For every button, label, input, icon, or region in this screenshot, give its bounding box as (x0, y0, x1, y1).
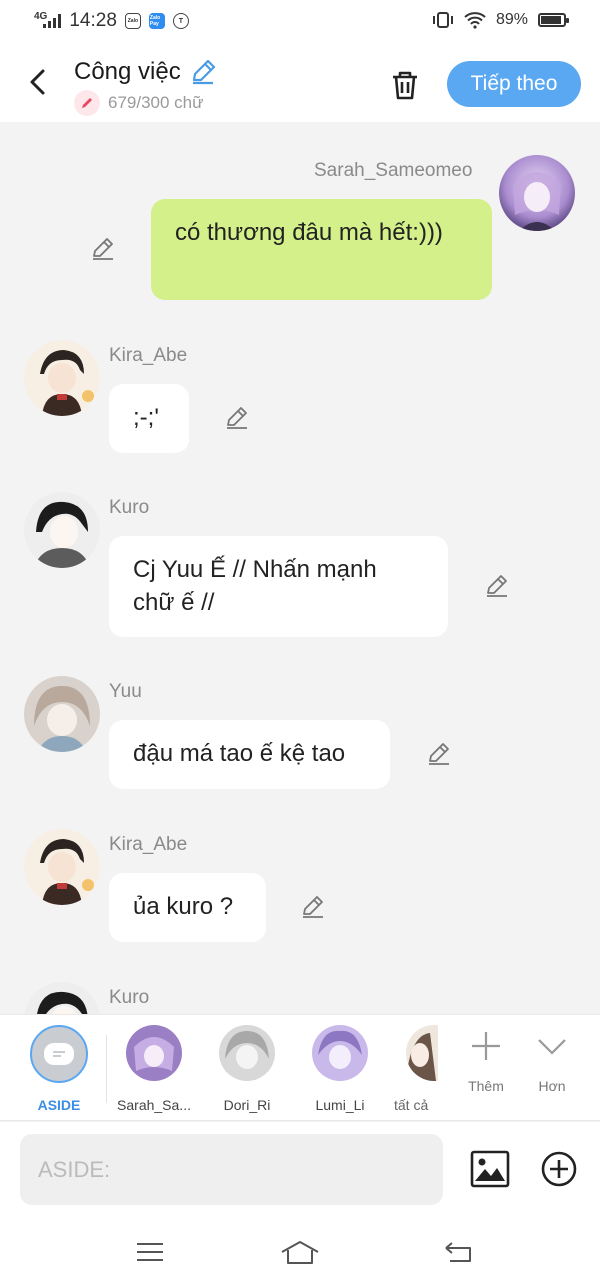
avatar[interactable] (24, 492, 100, 568)
sender-name: Yuu (109, 681, 142, 702)
add-label: Thêm (468, 1078, 504, 1094)
expand-label: Hơn (538, 1078, 566, 1094)
message-bubble[interactable]: ;-;' (109, 384, 189, 453)
back-nav-button[interactable] (438, 1236, 478, 1268)
chat-area[interactable]: Sarah_Sameomeo có thương đâu mà hết:))) … (0, 122, 600, 1014)
sender-name: Kira_Abe (109, 834, 188, 855)
clock: 14:28 (69, 10, 117, 31)
message-input[interactable]: ASIDE: (20, 1134, 443, 1205)
avatar[interactable] (499, 155, 575, 231)
role-label: Sarah_Sa... (117, 1097, 191, 1113)
chevron-down-icon (538, 1039, 566, 1055)
avatar (126, 1025, 182, 1081)
message-bubble[interactable]: có thương đâu mà hết:))) (151, 199, 492, 300)
back-arrow-icon (445, 1242, 471, 1262)
role-label: Dori_Ri (223, 1097, 271, 1113)
app-header: Công việc 679/300 chữ Tiếp theo (0, 44, 600, 122)
zalopay-app-icon: Zalo Pay (148, 13, 165, 29)
message-bubble[interactable]: đậu má tao ế kệ tao (109, 720, 390, 789)
title-text: Công việc (74, 58, 181, 85)
trash-icon (393, 71, 417, 100)
avatar (219, 1025, 275, 1081)
page-title[interactable]: Công việc (74, 58, 217, 86)
avatar (406, 1025, 438, 1081)
wifi-icon (464, 12, 486, 29)
role-label: ASIDE (37, 1097, 81, 1113)
word-count-row: 679/300 chữ (74, 90, 204, 116)
add-character-button[interactable]: Thêm (456, 1029, 516, 1094)
hamburger-icon (137, 1243, 163, 1261)
pencil-icon (303, 896, 323, 918)
aside-avatar (30, 1025, 88, 1083)
avatar[interactable] (24, 340, 100, 416)
message-bubble[interactable]: Cj Yuu Ế // Nhấn mạnh chữ ế // (109, 536, 448, 637)
chat-bubble-icon (53, 1051, 65, 1057)
vibrate-icon (432, 12, 453, 28)
role-aside[interactable]: ASIDE (14, 1025, 104, 1113)
pencil-icon (227, 407, 247, 429)
edit-message-button[interactable] (299, 893, 327, 921)
divider (106, 1035, 107, 1103)
pencil-badge-icon (74, 90, 100, 116)
composer: ASIDE: (0, 1122, 600, 1218)
delete-button[interactable] (386, 66, 424, 104)
message-bubble[interactable]: ủa kuro ? (109, 873, 266, 942)
next-button[interactable]: Tiếp theo (447, 61, 581, 107)
plus-icon (472, 1032, 500, 1060)
edit-message-button[interactable] (483, 572, 511, 600)
pencil-icon (93, 238, 113, 260)
menu-nav-button[interactable] (130, 1236, 170, 1268)
avatar (312, 1025, 368, 1081)
battery-percent: 89% (495, 11, 528, 28)
edit-message-button[interactable] (223, 404, 251, 432)
character-selector: ASIDE Sarah_Sa... Dori_Ri Lumi_Li tất cả… (0, 1014, 600, 1121)
pencil-icon (487, 575, 507, 597)
pencil-icon (429, 743, 449, 765)
avatar[interactable] (24, 676, 100, 752)
image-icon (470, 1150, 510, 1188)
battery-icon (538, 13, 569, 27)
zalo-app-icon: Zalo (124, 13, 141, 29)
network-indicator: 4G (34, 11, 62, 28)
insert-image-button[interactable] (470, 1149, 510, 1189)
role-label: Lumi_Li (315, 1097, 365, 1113)
sender-name: Kira_Abe (109, 345, 188, 366)
avatar[interactable] (24, 982, 100, 1014)
back-button[interactable] (20, 64, 56, 100)
sender-name: Kuro (109, 497, 150, 518)
sender-name: Kuro (109, 987, 150, 1008)
role-all[interactable]: tất cả (378, 1025, 438, 1113)
status-bar: 4G 14:28 Zalo Zalo Pay T 89% (0, 0, 600, 44)
system-nav-bar (0, 1218, 600, 1287)
edit-title-icon (192, 59, 215, 85)
role-sarah[interactable]: Sarah_Sa... (109, 1025, 199, 1113)
add-more-button[interactable] (540, 1150, 578, 1188)
notification-app-icon: T (172, 13, 189, 29)
network-type: 4G (34, 11, 48, 22)
edit-message-button[interactable] (89, 235, 117, 263)
home-icon (281, 1241, 319, 1264)
plus-circle-icon (541, 1151, 577, 1187)
chevron-left-icon (30, 69, 45, 95)
edit-message-button[interactable] (425, 740, 453, 768)
word-count: 679/300 chữ (108, 93, 204, 112)
home-nav-button[interactable] (280, 1236, 320, 1268)
role-lumi[interactable]: Lumi_Li (295, 1025, 385, 1113)
role-label: tất cả (394, 1097, 429, 1113)
avatar[interactable] (24, 829, 100, 905)
expand-button[interactable]: Hơn (522, 1029, 582, 1094)
sender-name: Sarah_Sameomeo (314, 160, 473, 181)
role-dori[interactable]: Dori_Ri (202, 1025, 292, 1113)
